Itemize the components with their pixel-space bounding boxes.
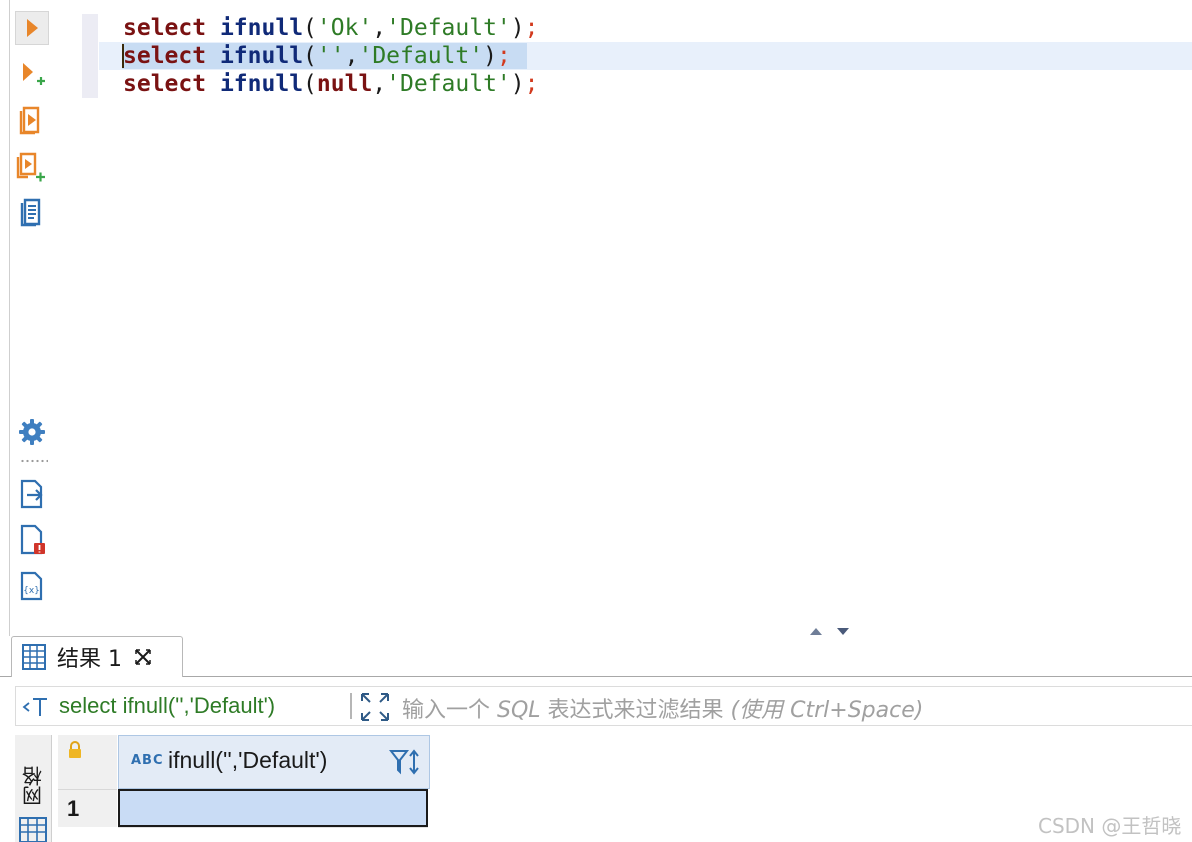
code-line-1[interactable]: select ifnull('Ok','Default'); — [123, 14, 539, 42]
play-plus-icon — [23, 63, 45, 85]
svg-text:{x}: {x} — [23, 586, 40, 596]
tab-result-label: 结果 1 — [57, 647, 122, 672]
panel-resize-arrows[interactable] — [808, 625, 852, 637]
grid-view-label: 网格 — [21, 766, 46, 806]
execute-script-new-tab-button[interactable] — [15, 150, 49, 184]
expand-icon[interactable] — [359, 691, 391, 723]
arrow-down-icon[interactable] — [835, 625, 851, 637]
code-line-2[interactable]: select ifnull('','Default'); — [123, 42, 511, 70]
result-cell[interactable] — [118, 789, 428, 827]
export-button[interactable] — [15, 477, 49, 511]
variables-button[interactable]: {x} — [15, 569, 49, 603]
lock-icon — [69, 741, 81, 758]
problems-button[interactable] — [15, 523, 49, 557]
close-tab-button[interactable] — [132, 646, 154, 668]
column-type-badge: ABC — [131, 753, 164, 768]
execute-in-new-tab-button[interactable] — [15, 58, 49, 92]
editor-left-border — [9, 0, 10, 636]
execute-statement-button[interactable] — [15, 11, 49, 45]
filter-divider — [350, 693, 352, 719]
close-icon — [135, 649, 151, 665]
gear-icon — [19, 419, 45, 445]
active-query-label: select ifnull('','Default') — [59, 693, 276, 718]
variables-icon: {x} — [20, 571, 43, 601]
explain-plan-button[interactable] — [15, 196, 49, 230]
row-number: 1 — [67, 796, 80, 821]
arrow-up-icon[interactable] — [808, 625, 824, 637]
grid-corner — [58, 735, 117, 789]
row-header[interactable]: 1 — [58, 789, 117, 827]
explain-plan-icon — [20, 198, 41, 227]
grid-icon — [19, 817, 47, 842]
column-header[interactable]: ABC ifnull('','Default') — [118, 735, 430, 789]
column-title: ifnull('','Default') — [168, 747, 328, 773]
execute-script-button[interactable] — [15, 104, 49, 138]
play-icon — [27, 19, 38, 37]
filter-sort-icon[interactable] — [389, 748, 423, 778]
export-icon — [20, 479, 43, 509]
grid-view-tab[interactable]: 网格 — [15, 735, 52, 842]
editor-gutter-marker — [82, 14, 98, 98]
toolbar-separator — [20, 459, 48, 463]
row-divider — [118, 827, 428, 828]
script-play-icon — [19, 106, 40, 135]
tab-result-1[interactable]: 结果 1 — [11, 636, 183, 677]
script-play-plus-icon — [16, 152, 45, 182]
sql-text-icon — [22, 698, 47, 716]
grid-table-icon — [22, 644, 46, 670]
settings-button[interactable] — [15, 415, 49, 449]
results-filter-bar[interactable]: select ifnull('','Default') 输入一个 SQL 表达式… — [15, 686, 1192, 726]
problems-icon — [20, 524, 45, 555]
filter-input-placeholder[interactable]: 输入一个 SQL 表达式来过滤结果 (使用 Ctrl+Space) — [402, 692, 923, 724]
code-line-3[interactable]: select ifnull(null,'Default'); — [123, 70, 539, 98]
watermark: CSDN @王哲晓 — [1038, 814, 1182, 838]
